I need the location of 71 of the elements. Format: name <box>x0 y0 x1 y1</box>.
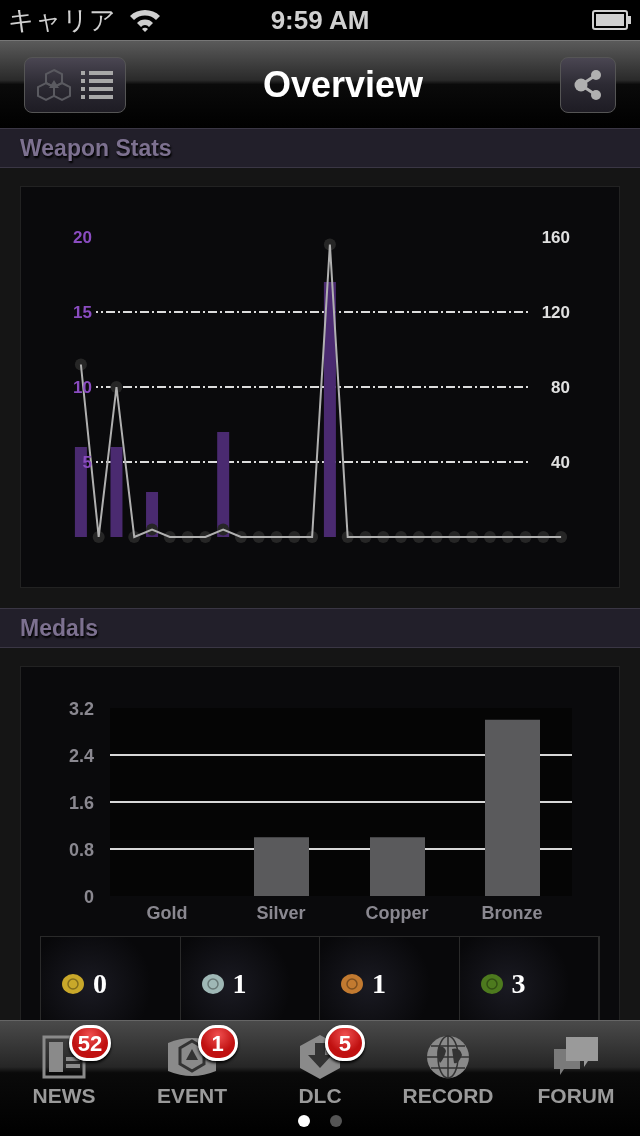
medal-count: 1 <box>232 970 247 998</box>
axis-label: 160 <box>541 228 570 247</box>
list-icon <box>81 69 113 100</box>
tab-item[interactable]: 1 EVENT <box>128 1021 256 1111</box>
data-point <box>537 531 550 543</box>
data-point <box>377 531 390 543</box>
axis-label: 2.4 <box>68 746 94 766</box>
axis-label: 3.2 <box>68 699 94 719</box>
medal-count: 3 <box>511 970 526 998</box>
data-point <box>555 531 568 543</box>
axis-label: 80 <box>551 378 570 397</box>
data-point <box>306 531 319 543</box>
tab-item[interactable]: 5 DLC <box>256 1021 384 1111</box>
section-title: Weapon Stats <box>20 133 172 163</box>
section-title: Medals <box>20 613 98 643</box>
data-point <box>92 531 105 543</box>
data-point <box>217 523 230 536</box>
data-point <box>288 531 301 543</box>
data-point <box>146 523 159 536</box>
tab-item[interactable]: 52 NEWS <box>0 1021 128 1111</box>
page-title: Overview <box>262 62 424 107</box>
axis-label: 1.6 <box>68 793 94 813</box>
data-point <box>199 531 212 543</box>
axis-label: 0.8 <box>68 840 94 860</box>
axis-label: 120 <box>541 303 570 322</box>
data-point <box>110 381 123 393</box>
share-icon <box>573 67 603 102</box>
data-point <box>466 531 479 543</box>
data-point <box>412 531 425 543</box>
data-point <box>519 531 532 543</box>
carrier-name: キャリア <box>8 7 116 33</box>
data-point <box>448 531 461 543</box>
axis-label: 20 <box>73 228 92 247</box>
category-label: Bronze <box>481 903 543 923</box>
share-button[interactable] <box>560 56 616 113</box>
data-point <box>163 531 176 543</box>
axis-label: 0 <box>84 887 94 907</box>
battery-icon <box>592 10 632 30</box>
medal-count: 0 <box>93 970 107 998</box>
chart-bar <box>254 837 309 896</box>
menu-button[interactable] <box>24 56 126 113</box>
hexagon-emblem-icon <box>37 67 71 102</box>
data-point <box>341 531 354 543</box>
medal-count: 1 <box>372 970 386 998</box>
data-point <box>181 531 194 543</box>
data-point <box>359 531 372 543</box>
notification-badge: 5 <box>324 1025 365 1061</box>
data-point <box>252 531 265 543</box>
data-point <box>501 531 514 543</box>
notification-badge: 52 <box>68 1025 112 1061</box>
category-label: Gold <box>146 903 188 923</box>
notification-badge: 1 <box>197 1025 238 1061</box>
category-label: Silver <box>256 903 306 923</box>
data-point <box>483 531 496 543</box>
tab-item[interactable]: FORUM <box>512 1021 640 1111</box>
axis-label: 15 <box>73 303 92 322</box>
globe-icon <box>424 1033 472 1081</box>
data-point <box>395 531 408 543</box>
data-point <box>74 358 87 371</box>
chart-bar <box>370 837 425 896</box>
axis-label: 5 <box>82 453 92 472</box>
data-point <box>128 531 141 543</box>
data-point <box>430 531 443 543</box>
data-point <box>270 531 283 543</box>
clock-time: 9:59 AM <box>270 5 370 35</box>
category-label: Copper <box>365 903 429 923</box>
wifi-icon <box>128 7 162 33</box>
data-point <box>323 238 336 251</box>
axis-label: 40 <box>551 453 570 472</box>
tab-item[interactable]: RECORD <box>384 1021 512 1111</box>
data-point <box>234 531 247 543</box>
